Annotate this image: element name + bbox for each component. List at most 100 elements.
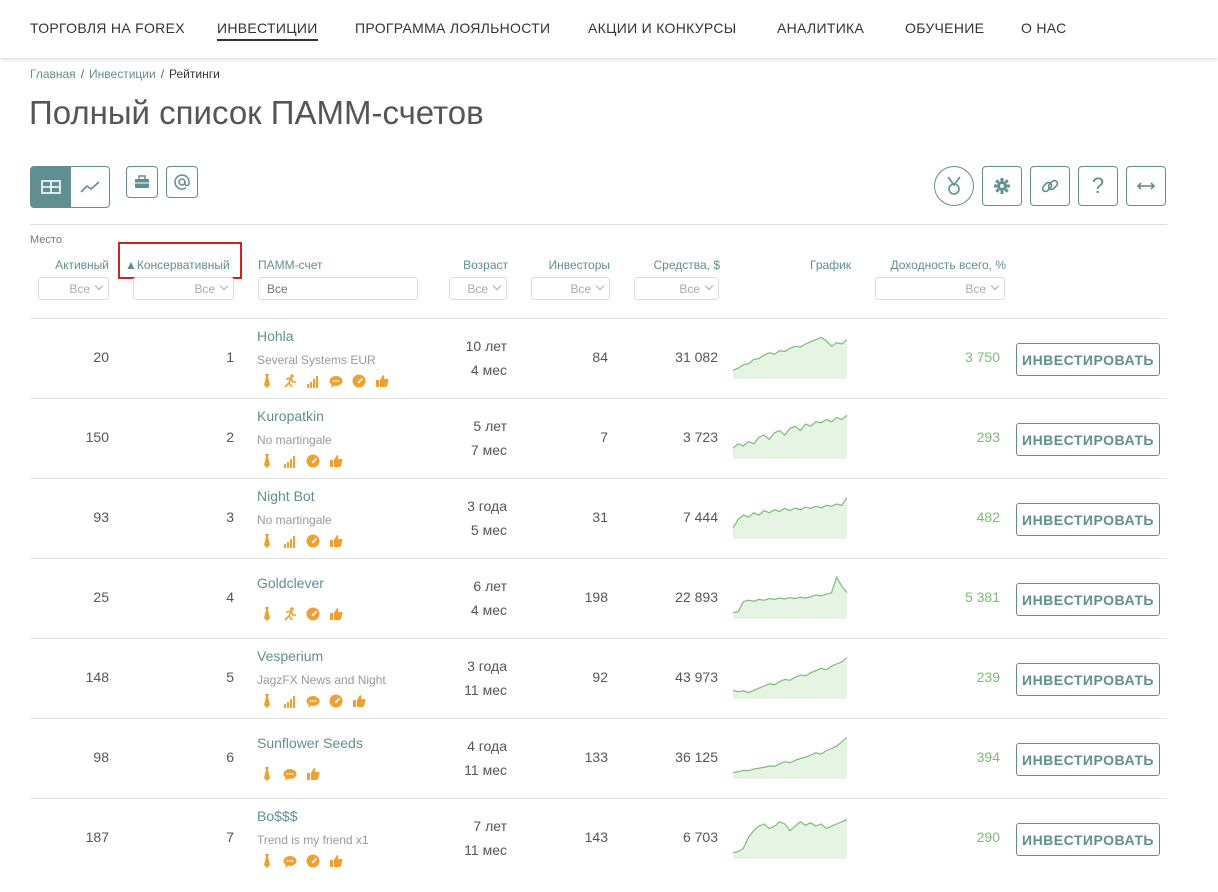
- settings-button[interactable]: [982, 166, 1022, 206]
- breadcrumb-investments[interactable]: Инвестиции: [89, 67, 156, 81]
- table-row: 187 7 Bo$$$ Trend is my friend x1 7 лет 11 ме…: [30, 798, 1167, 878]
- rank-conservative: 6: [226, 749, 234, 765]
- age-years: 5 лет: [473, 418, 507, 434]
- account-search-input[interactable]: [258, 277, 418, 300]
- table-view-button[interactable]: [30, 166, 71, 208]
- signal-bars-icon: [282, 694, 297, 708]
- invest-button[interactable]: ИНВЕСТИРОВАТЬ: [1016, 823, 1160, 856]
- invest-button[interactable]: ИНВЕСТИРОВАТЬ: [1016, 663, 1160, 696]
- account-strategy: Several Systems EUR: [257, 353, 376, 367]
- thumbs-up-icon: [328, 454, 343, 468]
- runner-icon: [282, 374, 297, 388]
- funds-amount: 36 125: [675, 749, 718, 765]
- chevron-down-icon: [94, 281, 104, 291]
- breadcrumb-separator: /: [160, 67, 165, 81]
- investors-count: 133: [584, 749, 608, 765]
- gauge-icon: [351, 374, 366, 388]
- nav-education[interactable]: ОБУЧЕНИЕ: [905, 20, 984, 36]
- funds-amount: 22 893: [675, 589, 718, 605]
- account-name-link[interactable]: Goldclever: [257, 575, 324, 591]
- tie-icon: [259, 694, 274, 708]
- tie-icon: [259, 607, 274, 621]
- nav-loyalty[interactable]: ПРОГРАММА ЛОЯЛЬНОСТИ: [355, 20, 550, 36]
- chevron-down-icon: [990, 281, 1000, 291]
- rank-conservative: 1: [226, 349, 234, 365]
- rank-active: 98: [93, 749, 109, 765]
- account-name-link[interactable]: Kuropatkin: [257, 408, 324, 424]
- filter-value: Все: [570, 282, 591, 296]
- account-badges: [259, 374, 389, 388]
- expand-width-button[interactable]: [1126, 166, 1166, 206]
- thumbs-up-icon: [351, 694, 366, 708]
- chevron-down-icon: [704, 281, 714, 291]
- medal-icon: [945, 176, 963, 196]
- page-title: Полный список ПАММ-счетов: [29, 94, 484, 131]
- invest-button[interactable]: ИНВЕСТИРОВАТЬ: [1016, 423, 1160, 456]
- col-header-funds[interactable]: Средства, $: [620, 258, 720, 272]
- rank-active: 150: [85, 429, 109, 445]
- col-header-chart: График: [810, 258, 851, 272]
- gear-icon: [993, 177, 1011, 195]
- investors-count: 143: [584, 829, 608, 845]
- breadcrumb-current: Рейтинги: [169, 67, 220, 81]
- chat-icon: [305, 694, 320, 708]
- rank-conservative: 7: [226, 829, 234, 845]
- filter-age[interactable]: Все: [449, 277, 507, 300]
- filter-funds[interactable]: Все: [634, 277, 719, 300]
- account-name-link[interactable]: Vesperium: [257, 648, 323, 664]
- nav-investments[interactable]: ИНВЕСТИЦИИ: [217, 20, 318, 41]
- invest-button[interactable]: ИНВЕСТИРОВАТЬ: [1016, 343, 1160, 376]
- signal-bars-icon: [282, 454, 297, 468]
- subscribe-button[interactable]: [166, 166, 198, 198]
- ratings-button[interactable]: [934, 166, 974, 206]
- funds-amount: 43 973: [675, 669, 718, 685]
- account-name-link[interactable]: Hohla: [257, 328, 294, 344]
- chat-icon: [328, 374, 343, 388]
- nav-analytics[interactable]: АНАЛИТИКА: [777, 20, 864, 36]
- account-strategy: No martingale: [257, 513, 332, 527]
- col-header-age[interactable]: Возраст: [420, 258, 508, 272]
- age-months: 4 мес: [470, 602, 507, 618]
- nav-forex[interactable]: ТОРГОВЛЯ НА FOREX: [30, 20, 185, 36]
- rank-conservative: 4: [226, 589, 234, 605]
- filter-value: Все: [194, 282, 215, 296]
- invest-button[interactable]: ИНВЕСТИРОВАТЬ: [1016, 583, 1160, 616]
- help-button[interactable]: ?: [1078, 166, 1118, 206]
- invest-button[interactable]: ИНВЕСТИРОВАТЬ: [1016, 743, 1160, 776]
- col-header-investors[interactable]: Инвесторы: [520, 258, 611, 272]
- rank-active: 20: [93, 349, 109, 365]
- filter-value: Все: [467, 282, 488, 296]
- col-header-active[interactable]: Активный: [30, 258, 109, 272]
- investors-count: 198: [584, 589, 608, 605]
- total-yield: 239: [976, 669, 1000, 685]
- breadcrumb-home[interactable]: Главная: [30, 67, 76, 81]
- account-name-link[interactable]: Bo$$$: [257, 808, 297, 824]
- nav-about[interactable]: О НАС: [1021, 20, 1067, 36]
- filter-investors[interactable]: Все: [531, 277, 610, 300]
- invest-button[interactable]: ИНВЕСТИРОВАТЬ: [1016, 503, 1160, 536]
- share-link-button[interactable]: [1030, 166, 1070, 206]
- total-yield: 293: [976, 429, 1000, 445]
- total-yield: 3 750: [964, 349, 1000, 365]
- filter-yield[interactable]: Все: [875, 277, 1005, 300]
- filter-active[interactable]: Все: [38, 277, 109, 300]
- rank-active: 25: [93, 589, 109, 605]
- equity-sparkline: [732, 491, 848, 539]
- chevron-down-icon: [219, 281, 229, 291]
- chart-view-icon: [80, 180, 100, 194]
- col-header-account[interactable]: ПАММ-счет: [258, 258, 323, 272]
- funds-amount: 3 723: [682, 429, 718, 445]
- thumbs-up-icon: [328, 854, 343, 868]
- account-name-link[interactable]: Night Bot: [257, 488, 315, 504]
- tie-icon: [259, 374, 274, 388]
- chart-view-button[interactable]: [70, 166, 110, 208]
- portfolio-button[interactable]: [126, 166, 158, 198]
- equity-sparkline: [732, 651, 848, 699]
- signal-bars-icon: [282, 534, 297, 548]
- col-header-yield[interactable]: Доходность всего, %: [860, 258, 1007, 272]
- account-name-link[interactable]: Sunflower Seeds: [257, 735, 363, 751]
- account-badges: [259, 694, 366, 708]
- filter-conservative[interactable]: Все: [133, 277, 234, 300]
- nav-promotions[interactable]: АКЦИИ И КОНКУРСЫ: [588, 20, 737, 36]
- tie-icon: [259, 767, 274, 781]
